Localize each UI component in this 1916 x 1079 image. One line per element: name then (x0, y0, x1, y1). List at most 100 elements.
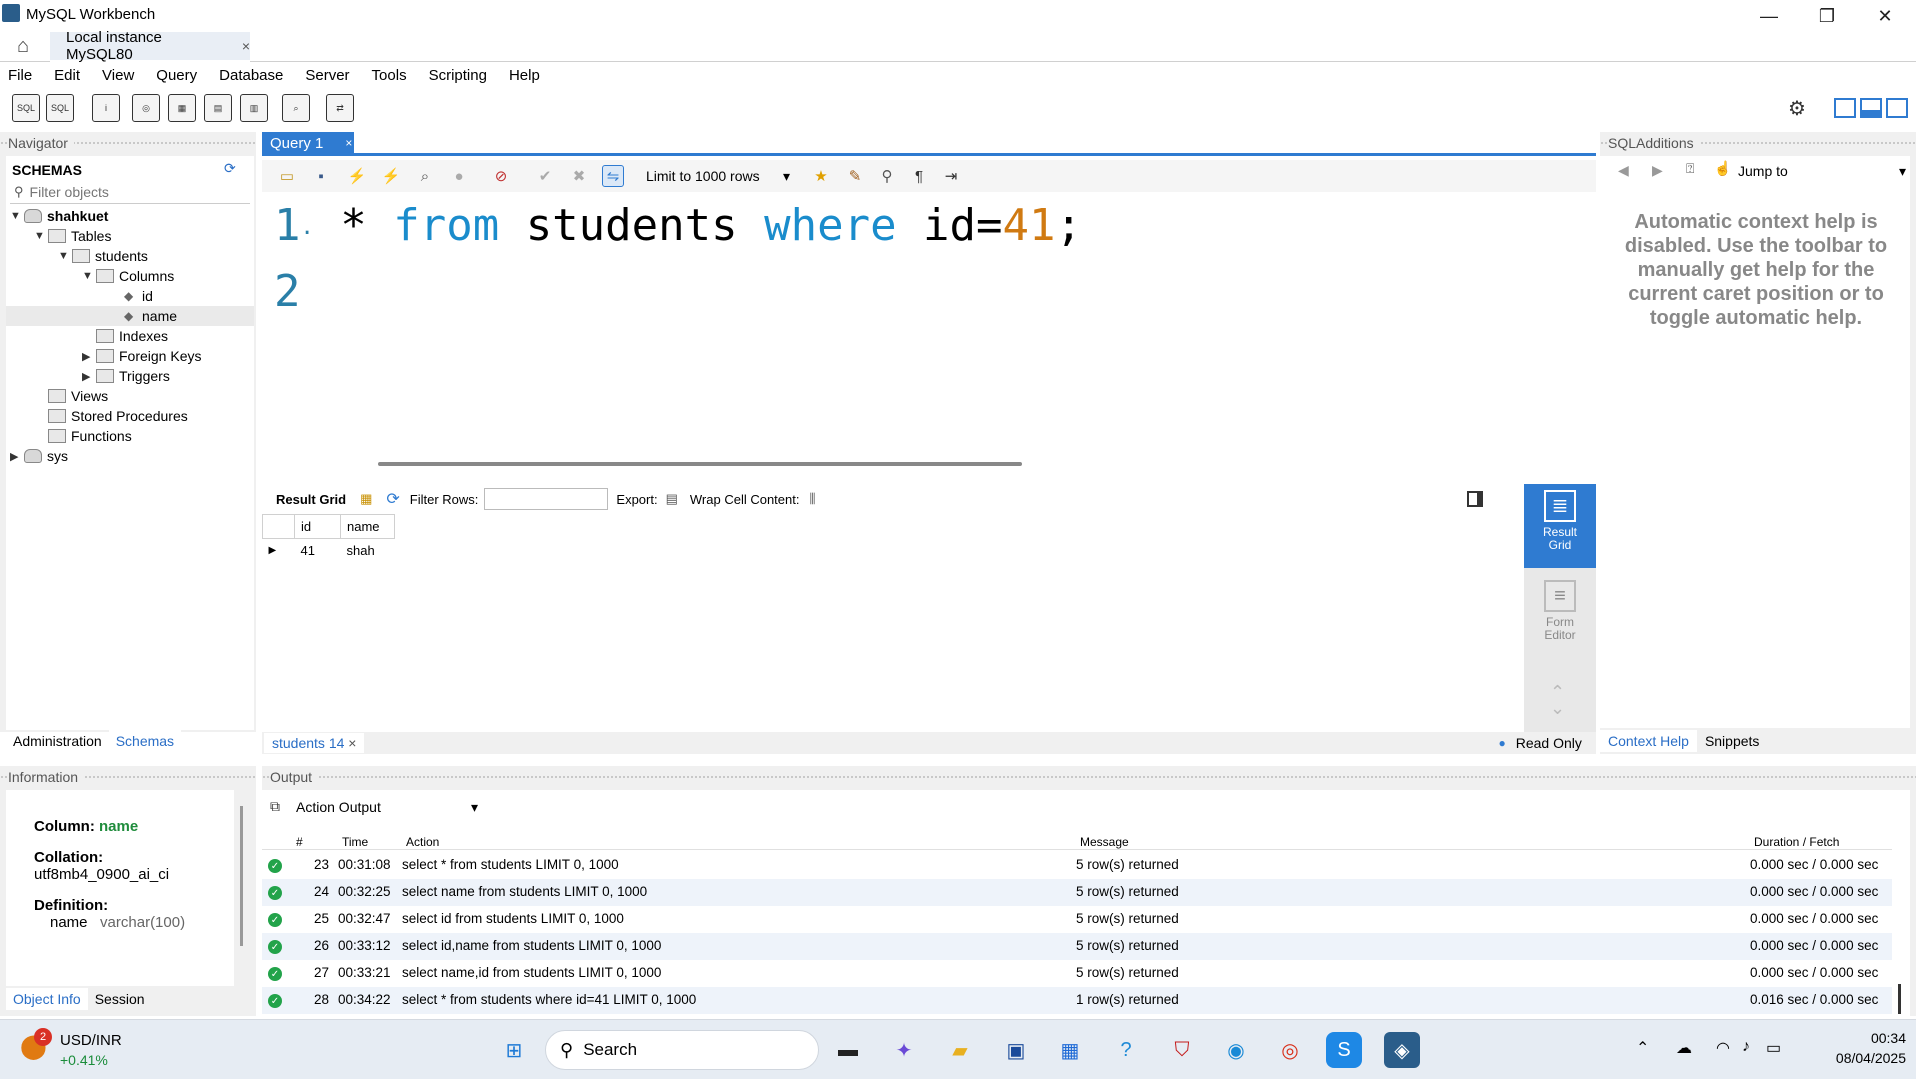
output-row[interactable]: ✓ 28 00:34:22 select * from students whe… (262, 987, 1892, 1014)
close-query-tab-icon[interactable]: × (345, 136, 352, 150)
home-icon[interactable]: ⌂ (10, 34, 36, 58)
menu-file[interactable]: File (8, 67, 32, 84)
expand-arrow-icon[interactable]: ▶ (10, 450, 24, 463)
myhp-icon[interactable]: ▦ (1052, 1032, 1088, 1068)
forward-arrow-icon[interactable]: ▶ (1652, 162, 1663, 179)
toggle-sidebar-icon[interactable] (1834, 98, 1856, 118)
create-table-icon[interactable]: ▦ (168, 94, 196, 122)
mysql-workbench-taskbar-icon[interactable]: ◈ (1384, 1032, 1420, 1068)
cell-id[interactable]: 41 (295, 539, 341, 563)
open-sql-script-icon[interactable]: SQL (46, 94, 74, 122)
tree-triggers[interactable]: ▶ Triggers (82, 366, 170, 386)
tab-query-1[interactable]: Query 1 × (262, 132, 354, 154)
output-row[interactable]: ✓ 24 00:32:25 select name from students … (262, 879, 1892, 906)
tree-functions[interactable]: Functions (48, 426, 132, 446)
tree-tables[interactable]: ▼ Tables (34, 226, 111, 246)
collapse-arrow-icon[interactable]: ▼ (58, 250, 72, 262)
expand-arrow-icon[interactable]: ▶ (82, 370, 96, 383)
word-wrap-icon[interactable]: ⇥ (940, 165, 962, 187)
expand-arrow-icon[interactable]: ▶ (82, 350, 96, 363)
menu-server[interactable]: Server (305, 67, 349, 84)
tree-schema-shahkuet[interactable]: ▼ shahkuet (10, 206, 108, 226)
chevron-up-icon[interactable]: ⌃ (1636, 1038, 1649, 1058)
search-table-data-icon[interactable]: ⌕ (282, 94, 310, 122)
collapse-arrow-icon[interactable]: ▼ (34, 230, 48, 242)
tab-snippets[interactable]: Snippets (1697, 730, 1767, 752)
collapse-arrow-icon[interactable]: ▼ (10, 210, 24, 222)
maximize-button[interactable]: ❐ (1798, 0, 1856, 32)
tree-columns[interactable]: ▼ Columns (82, 266, 174, 286)
tab-schemas[interactable]: Schemas (108, 730, 182, 752)
back-arrow-icon[interactable]: ◀ (1618, 162, 1629, 179)
save-icon[interactable]: ▪ (310, 165, 332, 187)
toggle-secondary-sidebar-icon[interactable] (1886, 98, 1908, 118)
output-row[interactable]: ✓ 26 00:33:12 select id,name from studen… (262, 933, 1892, 960)
output-type-select[interactable]: Action Output ▾ (296, 796, 478, 818)
create-procedure-icon[interactable]: ▥ (240, 94, 268, 122)
execute-current-icon[interactable]: ⚡ (380, 165, 402, 187)
column-header-name[interactable]: name (340, 514, 395, 539)
commit-icon[interactable]: ✔ (534, 165, 556, 187)
get-help-icon[interactable]: ? (1108, 1032, 1144, 1068)
copy-output-icon[interactable]: ⧉ (270, 798, 280, 815)
close-connection-tab-icon[interactable]: × (242, 38, 250, 54)
editor-horizontal-scrollbar[interactable] (378, 462, 1022, 466)
create-view-icon[interactable]: ▤ (204, 94, 232, 122)
tab-session[interactable]: Session (88, 988, 152, 1010)
task-view-icon[interactable]: ▬ (830, 1032, 866, 1068)
tab-administration[interactable]: Administration (6, 730, 109, 752)
form-editor-view-button[interactable]: ≡ Form Editor (1524, 574, 1596, 658)
invisible-chars-icon[interactable]: ¶ (908, 165, 930, 187)
clock-date[interactable]: 08/04/2025 (1816, 1050, 1906, 1066)
wrap-cell-icon[interactable]: ⫼ (809, 491, 815, 507)
execute-lightning-icon[interactable]: ⚡ (346, 165, 368, 187)
volume-icon[interactable]: ♪ (1742, 1038, 1750, 1056)
tree-stored-procedures[interactable]: Stored Procedures (48, 406, 188, 426)
toggle-error-stop-icon[interactable]: ⊘ (490, 165, 512, 187)
menu-tools[interactable]: Tools (372, 67, 407, 84)
menu-query[interactable]: Query (156, 67, 197, 84)
tree-table-students[interactable]: ▼ students (58, 246, 148, 266)
tree-schema-sys[interactable]: ▶ sys (10, 446, 68, 466)
toggle-result-panel-icon[interactable] (1467, 491, 1484, 507)
scroll-arrows-icon[interactable]: ⌃ ⌄ (1550, 683, 1565, 717)
export-icon[interactable]: ▤ (666, 491, 678, 507)
menu-edit[interactable]: Edit (54, 67, 80, 84)
menu-database[interactable]: Database (219, 67, 283, 84)
stop-icon[interactable]: ● (448, 165, 470, 187)
taskbar-search[interactable]: ⚲ Search (545, 1030, 819, 1070)
info-scrollbar[interactable] (240, 806, 243, 946)
limit-rows-select[interactable]: Limit to 1000 rows ▾ (642, 165, 794, 187)
row-indicator-icon[interactable]: ▶ (263, 539, 295, 563)
tab-context-help[interactable]: Context Help (1600, 730, 1697, 752)
minimize-button[interactable]: — (1740, 0, 1798, 32)
refresh-schemas-icon[interactable]: ⟳ (224, 160, 236, 177)
tab-students-14[interactable]: students 14 × (264, 733, 365, 753)
filter-rows-input[interactable] (484, 488, 609, 510)
reconnect-icon[interactable]: ⇄ (326, 94, 354, 122)
tree-column-id[interactable]: ◆ id (124, 286, 153, 306)
menu-help[interactable]: Help (509, 67, 540, 84)
manual-help-icon[interactable]: ⍰ (1686, 160, 1694, 177)
output-row[interactable]: ✓ 27 00:33:21 select name,id from studen… (262, 960, 1892, 987)
rollback-icon[interactable]: ✖ (568, 165, 590, 187)
toggle-output-icon[interactable] (1860, 98, 1882, 118)
create-schema-icon[interactable]: ◎ (132, 94, 160, 122)
output-row[interactable]: ✓ 25 00:32:47 select id from students LI… (262, 906, 1892, 933)
sql-editor[interactable]: 1· * from students where id=41; 2 (262, 194, 1596, 454)
open-folder-icon[interactable]: ▭ (276, 165, 298, 187)
settings-gear-icon[interactable]: ⚙ (1788, 96, 1806, 121)
battery-icon[interactable]: ▭ (1766, 1038, 1781, 1058)
add-snippet-star-icon[interactable]: ★ (810, 165, 832, 187)
tree-column-name[interactable]: ◆ name (6, 306, 254, 326)
jump-to-select[interactable]: Jump to ▾ (1738, 160, 1906, 182)
autocommit-icon[interactable]: ⇋ (602, 165, 624, 187)
refresh-icon[interactable]: ⟳ (386, 489, 399, 509)
file-explorer-icon[interactable]: ▰ (942, 1032, 978, 1068)
output-scrollbar[interactable] (1898, 984, 1901, 1014)
clock-time[interactable]: 00:34 (1846, 1030, 1906, 1046)
inspector-icon[interactable]: i (92, 94, 120, 122)
column-header-id[interactable]: id (294, 514, 341, 539)
copilot-icon[interactable]: ✦ (886, 1032, 922, 1068)
filter-objects-input[interactable] (29, 183, 240, 200)
